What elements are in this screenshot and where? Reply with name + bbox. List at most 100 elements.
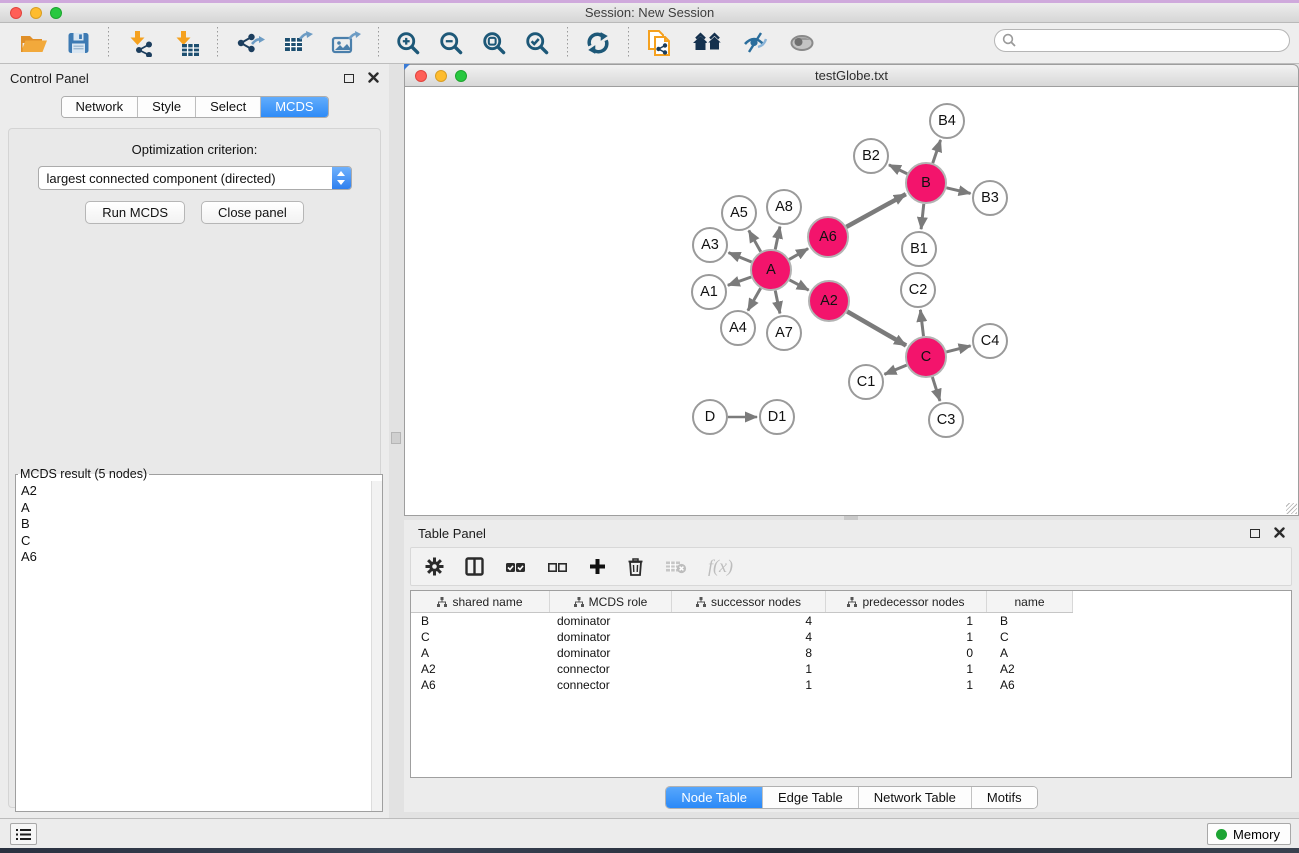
- table-row[interactable]: B dominator 4 1 B: [411, 613, 1073, 629]
- create-column-button[interactable]: [589, 558, 606, 575]
- minimize-window-button[interactable]: [30, 7, 42, 19]
- function-builder-button[interactable]: f(x): [708, 556, 733, 577]
- open-session-button[interactable]: [13, 29, 54, 57]
- tab-motifs[interactable]: Motifs: [972, 787, 1037, 808]
- export-image-button[interactable]: [325, 28, 367, 59]
- result-item[interactable]: A: [21, 500, 382, 517]
- tab-style[interactable]: Style: [138, 97, 196, 117]
- column-header-shared-name[interactable]: shared name: [411, 591, 550, 612]
- network-edge[interactable]: [889, 165, 907, 174]
- result-item[interactable]: A6: [21, 549, 382, 566]
- result-item[interactable]: A2: [21, 483, 382, 500]
- network-node[interactable]: C2: [901, 273, 935, 307]
- cell-shared-name[interactable]: B: [411, 613, 550, 629]
- network-edge[interactable]: [933, 140, 941, 163]
- tab-network-table[interactable]: Network Table: [859, 787, 972, 808]
- deselect-all-button[interactable]: [547, 560, 568, 574]
- column-header-successor-nodes[interactable]: successor nodes: [672, 591, 826, 612]
- cell-name[interactable]: A: [987, 645, 1073, 661]
- cell-shared-name[interactable]: A6: [411, 677, 550, 693]
- result-item[interactable]: B: [21, 516, 382, 533]
- network-canvas[interactable]: AA1A2A3A4A5A6A7A8BB1B2B3B4CC1C2C3C4DD1: [405, 87, 1298, 514]
- network-node[interactable]: A7: [767, 316, 801, 350]
- cell-name[interactable]: A2: [987, 661, 1073, 677]
- cell-successor-nodes[interactable]: 4: [672, 613, 826, 629]
- divider-grip[interactable]: [391, 432, 401, 444]
- network-minimize-button[interactable]: [435, 70, 447, 82]
- network-node[interactable]: A2: [809, 281, 849, 321]
- cell-successor-nodes[interactable]: 4: [672, 629, 826, 645]
- network-node[interactable]: D1: [760, 400, 794, 434]
- network-node[interactable]: C3: [929, 403, 963, 437]
- apply-layout-button[interactable]: [579, 29, 617, 57]
- cell-mcds-role[interactable]: dominator: [550, 645, 672, 661]
- zoom-fit-button[interactable]: [476, 29, 513, 58]
- tab-select[interactable]: Select: [196, 97, 261, 117]
- show-log-button[interactable]: [10, 823, 37, 845]
- network-edge[interactable]: [728, 277, 751, 285]
- tab-edge-table[interactable]: Edge Table: [763, 787, 859, 808]
- cell-mcds-role[interactable]: dominator: [550, 629, 672, 645]
- network-window-titlebar[interactable]: testGlobe.txt: [404, 64, 1299, 87]
- window-resize-grip[interactable]: [1286, 503, 1297, 514]
- network-edge[interactable]: [790, 280, 809, 290]
- result-item[interactable]: C: [21, 533, 382, 550]
- network-edge[interactable]: [921, 204, 924, 229]
- cell-name[interactable]: C: [987, 629, 1073, 645]
- show-all-networks-button[interactable]: [686, 30, 730, 56]
- cell-shared-name[interactable]: A: [411, 645, 550, 661]
- duplicate-network-button[interactable]: [640, 26, 680, 60]
- table-row[interactable]: A dominator 8 0 A: [411, 645, 1073, 661]
- float-panel-icon[interactable]: [344, 74, 354, 83]
- close-panel-icon[interactable]: [1274, 526, 1285, 541]
- network-node[interactable]: B: [906, 163, 946, 203]
- table-settings-button[interactable]: [425, 557, 444, 576]
- network-node[interactable]: B1: [902, 232, 936, 266]
- network-edge[interactable]: [884, 365, 906, 374]
- network-node[interactable]: B3: [973, 181, 1007, 215]
- network-edge[interactable]: [749, 230, 761, 251]
- network-edge[interactable]: [775, 227, 780, 250]
- cell-mcds-role[interactable]: dominator: [550, 613, 672, 629]
- network-node[interactable]: A4: [721, 311, 755, 345]
- cell-shared-name[interactable]: C: [411, 629, 550, 645]
- column-chooser-button[interactable]: [465, 557, 484, 576]
- select-all-button[interactable]: [505, 560, 526, 574]
- network-node[interactable]: A5: [722, 196, 756, 230]
- cell-predecessor-nodes[interactable]: 1: [826, 613, 987, 629]
- cell-name[interactable]: B: [987, 613, 1073, 629]
- cell-successor-nodes[interactable]: 1: [672, 677, 826, 693]
- cell-shared-name[interactable]: A2: [411, 661, 550, 677]
- network-node[interactable]: B4: [930, 104, 964, 138]
- cell-predecessor-nodes[interactable]: 1: [826, 677, 987, 693]
- column-header-predecessor-nodes[interactable]: predecessor nodes: [826, 591, 987, 612]
- table-row[interactable]: A6 connector 1 1 A6: [411, 677, 1073, 693]
- criterion-dropdown[interactable]: largest connected component (directed): [38, 166, 352, 190]
- network-node[interactable]: A6: [808, 217, 848, 257]
- network-close-button[interactable]: [415, 70, 427, 82]
- network-edge[interactable]: [946, 188, 970, 194]
- tab-network[interactable]: Network: [61, 97, 138, 117]
- cell-predecessor-nodes[interactable]: 1: [826, 629, 987, 645]
- float-panel-icon[interactable]: [1250, 529, 1260, 538]
- network-node[interactable]: D: [693, 400, 727, 434]
- close-panel-icon[interactable]: [368, 71, 379, 86]
- save-session-button[interactable]: [60, 29, 97, 57]
- dropdown-stepper[interactable]: [332, 167, 351, 189]
- network-maximize-button[interactable]: [455, 70, 467, 82]
- cell-successor-nodes[interactable]: 8: [672, 645, 826, 661]
- cell-name[interactable]: A6: [987, 677, 1073, 693]
- export-network-button[interactable]: [229, 28, 271, 59]
- tab-mcds[interactable]: MCDS: [261, 97, 327, 117]
- show-graphics-details-button[interactable]: [736, 29, 776, 57]
- table-row[interactable]: C dominator 4 1 C: [411, 629, 1073, 645]
- network-node[interactable]: C: [906, 337, 946, 377]
- delete-column-button[interactable]: [627, 557, 644, 576]
- tab-node-table[interactable]: Node Table: [666, 787, 763, 808]
- zoom-selected-button[interactable]: [519, 29, 556, 58]
- network-node[interactable]: A: [751, 250, 791, 290]
- import-network-button[interactable]: [120, 28, 160, 59]
- close-panel-button[interactable]: Close panel: [201, 201, 304, 224]
- network-edge[interactable]: [846, 194, 905, 227]
- network-edge[interactable]: [789, 249, 808, 260]
